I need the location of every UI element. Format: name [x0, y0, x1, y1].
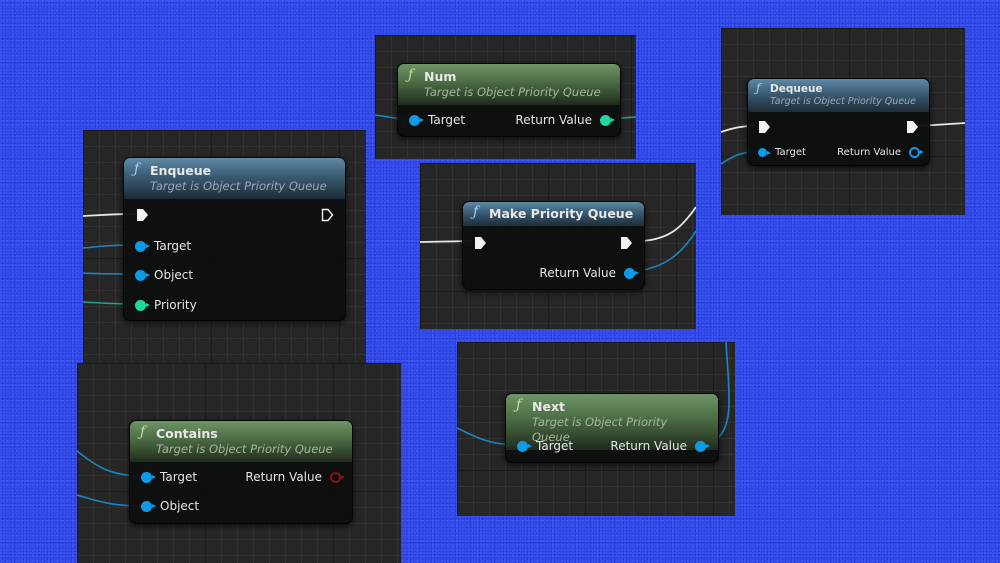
node-enqueue[interactable]: ƒ Enqueue Target is Object Priority Queu… [123, 157, 346, 321]
pin-return-value[interactable]: Return Value [515, 111, 615, 129]
exec-in-pin-icon[interactable] [758, 120, 771, 134]
pin-label: Target [775, 146, 806, 158]
object-pin-icon[interactable] [135, 240, 150, 252]
graph-panel-next[interactable]: ƒ Next Target is Object Priority Queue T… [457, 342, 735, 516]
pin-label: Return Value [515, 113, 592, 127]
graph-panel-num[interactable]: ƒ Num Target is Object Priority Queue Ta… [375, 35, 636, 159]
function-icon: ƒ [134, 161, 140, 177]
pin-label: Target [536, 439, 574, 453]
node-dequeue[interactable]: ƒ Dequeue Target is Object Priority Queu… [747, 78, 930, 166]
pin-return-value[interactable]: Return Value [539, 264, 639, 282]
graph-panel-contains[interactable]: ƒ Contains Target is Object Priority Que… [77, 363, 401, 563]
function-icon: ƒ [140, 424, 146, 440]
exec-out-pin-icon[interactable] [321, 208, 334, 222]
pin-object[interactable]: Object [141, 497, 199, 515]
node-subtitle: Target is Object Priority Queue [150, 179, 327, 193]
exec-out-pin-icon[interactable] [906, 120, 919, 134]
integer-pin-icon[interactable] [135, 299, 150, 311]
pin-label: Return Value [837, 146, 901, 158]
graph-panel-dequeue[interactable]: ƒ Dequeue Target is Object Priority Queu… [721, 28, 965, 215]
node-subtitle: Target is Object Priority Queue [156, 442, 333, 456]
function-icon: ƒ [473, 204, 479, 220]
pin-object[interactable]: Object [135, 266, 193, 284]
function-icon: ƒ [756, 81, 761, 95]
pin-target[interactable]: Target [517, 437, 573, 455]
node-header: ƒ Contains Target is Object Priority Que… [130, 421, 352, 462]
function-icon: ƒ [516, 397, 522, 413]
pin-label: Target [428, 113, 466, 127]
node-title: Enqueue [150, 163, 212, 178]
graph-panel-make-priority-queue[interactable]: ƒ Make Priority Queue Return Value [420, 163, 696, 329]
object-pin-icon[interactable] [758, 147, 771, 157]
node-title: Dequeue [770, 83, 823, 95]
node-header: ƒ Num Target is Object Priority Queue [398, 64, 620, 105]
pin-return-value[interactable]: Return Value [837, 143, 924, 161]
object-pin-icon[interactable] [624, 267, 639, 279]
object-pin-icon[interactable] [409, 114, 424, 126]
node-next[interactable]: ƒ Next Target is Object Priority Queue T… [505, 393, 719, 463]
pin-target[interactable]: Target [758, 143, 806, 161]
graph-panel-enqueue[interactable]: ƒ Enqueue Target is Object Priority Queu… [83, 130, 366, 363]
node-num[interactable]: ƒ Num Target is Object Priority Queue Ta… [397, 63, 621, 137]
node-make-priority-queue[interactable]: ƒ Make Priority Queue Return Value [462, 201, 645, 290]
pin-return-value[interactable]: Return Value [245, 468, 345, 486]
integer-pin-icon[interactable] [600, 114, 615, 126]
pin-target[interactable]: Target [135, 237, 191, 255]
exec-out-pin-icon[interactable] [620, 236, 633, 250]
pin-label: Return Value [245, 470, 322, 484]
pin-priority[interactable]: Priority [135, 296, 197, 314]
object-pin-icon[interactable] [135, 269, 150, 281]
object-pin-icon[interactable] [517, 440, 532, 452]
function-icon: ƒ [408, 67, 414, 83]
node-header: ƒ Enqueue Target is Object Priority Queu… [124, 158, 345, 199]
pin-label: Target [154, 239, 192, 253]
object-pin-icon[interactable] [141, 500, 156, 512]
pin-target[interactable]: Target [409, 111, 465, 129]
pin-target[interactable]: Target [141, 468, 197, 486]
node-title: Next [532, 399, 565, 414]
object-pin-icon[interactable] [695, 440, 710, 452]
object-pin-icon[interactable] [141, 471, 156, 483]
pin-label: Return Value [610, 439, 687, 453]
pin-label: Target [160, 470, 198, 484]
pin-label: Priority [154, 298, 197, 312]
pin-return-value[interactable]: Return Value [610, 437, 710, 455]
exec-wire-out [641, 206, 696, 242]
node-subtitle: Target is Object Priority Queue [424, 85, 601, 99]
exec-in-pin-icon[interactable] [474, 236, 487, 250]
node-header: ƒ Dequeue Target is Object Priority Queu… [748, 79, 929, 112]
node-contains[interactable]: ƒ Contains Target is Object Priority Que… [129, 420, 353, 524]
pin-label: Return Value [539, 266, 616, 280]
boolean-pin-unconnected-icon[interactable] [330, 471, 345, 483]
node-header: ƒ Make Priority Queue [463, 202, 644, 226]
exec-in-pin-icon[interactable] [136, 208, 149, 222]
object-pin-unconnected-icon[interactable] [909, 146, 924, 158]
node-subtitle: Target is Object Priority Queue [770, 96, 916, 107]
pin-label: Object [154, 268, 194, 282]
pin-label: Object [160, 499, 200, 513]
node-title: Num [424, 69, 457, 84]
node-title: Contains [156, 426, 218, 441]
node-title: Make Priority Queue [489, 206, 634, 221]
